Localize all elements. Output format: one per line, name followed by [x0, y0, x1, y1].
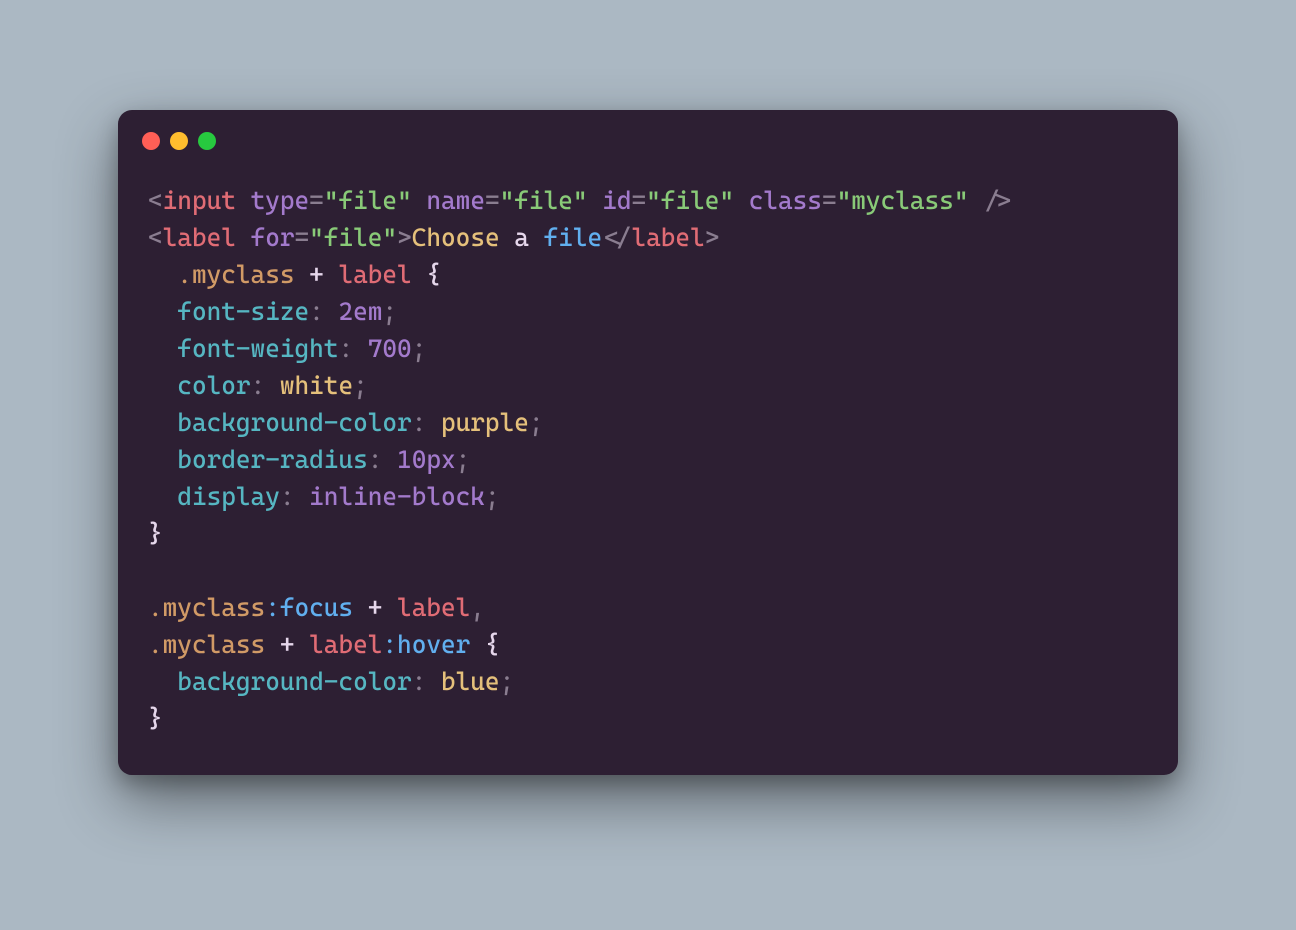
- css-rule-2-close: }: [148, 704, 163, 733]
- css-decl: background-color: purple;: [148, 408, 544, 437]
- css-decl: display: inline-block;: [148, 482, 500, 511]
- css-decl: background-color: blue;: [148, 667, 514, 696]
- code-line-2: <label for="file">Choose a file</label>: [148, 223, 719, 252]
- code-line-1: <input type="file" name="file" id="file"…: [148, 186, 1012, 215]
- close-dot-icon[interactable]: [142, 132, 160, 150]
- stage: <input type="file" name="file" id="file"…: [0, 0, 1296, 930]
- css-decl: color: white;: [148, 371, 368, 400]
- css-decl: border-radius: 10px;: [148, 445, 470, 474]
- css-rule-1-selector: .myclass + label {: [148, 260, 441, 289]
- css-decl: font-weight: 700;: [148, 334, 426, 363]
- minimize-dot-icon[interactable]: [170, 132, 188, 150]
- css-rule-2-selector-line-2: .myclass + label:hover {: [148, 630, 500, 659]
- code-window: <input type="file" name="file" id="file"…: [118, 110, 1178, 775]
- zoom-dot-icon[interactable]: [198, 132, 216, 150]
- css-rule-1-close: }: [148, 519, 163, 548]
- window-titlebar: [118, 110, 1178, 154]
- css-decl: font-size: 2em;: [148, 297, 397, 326]
- code-block: <input type="file" name="file" id="file"…: [118, 154, 1178, 737]
- css-rule-2-selector-line-1: .myclass:focus + label,: [148, 593, 485, 622]
